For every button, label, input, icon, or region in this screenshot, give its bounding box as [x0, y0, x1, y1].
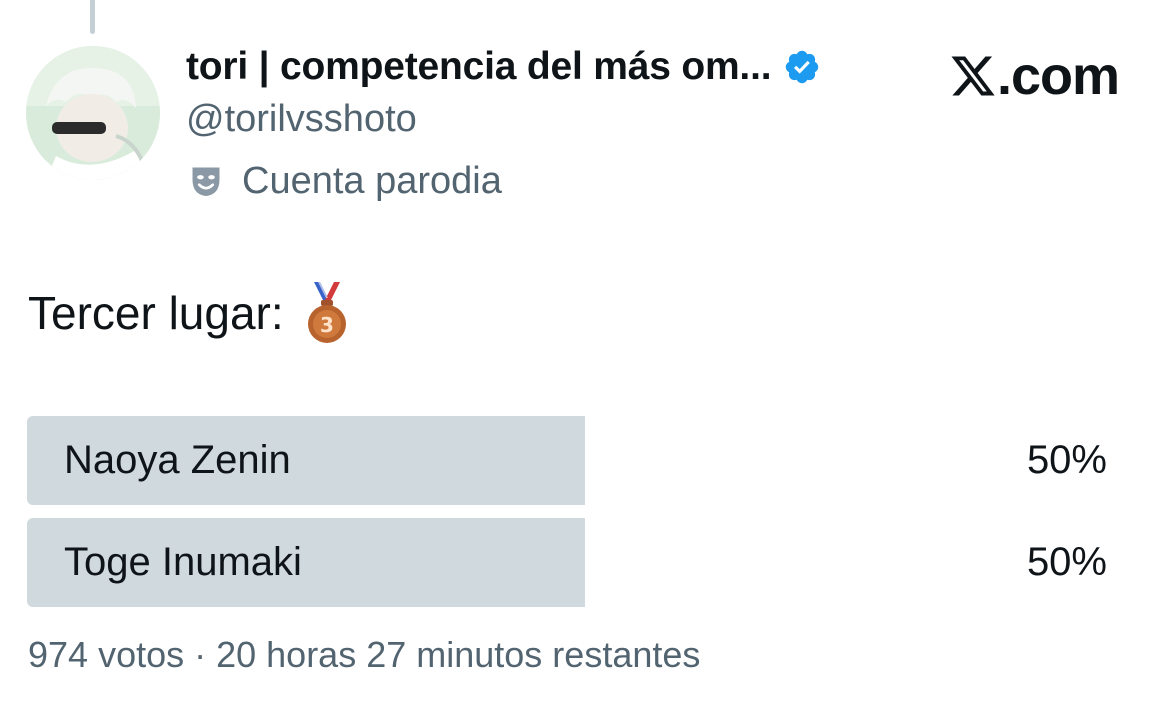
poll: Naoya Zenin 50% Toge Inumaki 50% — [27, 416, 1107, 620]
poll-option-label: Naoya Zenin — [64, 438, 291, 482]
poll-option[interactable]: Toge Inumaki 50% — [27, 518, 1107, 607]
parody-mask-icon — [188, 163, 224, 199]
bronze-medal-icon: 3 — [304, 282, 350, 344]
verified-badge-icon — [783, 48, 821, 86]
poll-option-percent: 50% — [1026, 438, 1107, 482]
x-brand: .com — [949, 46, 1120, 106]
avatar[interactable] — [26, 46, 160, 180]
author-handle[interactable]: @torilvsshoto — [186, 98, 417, 141]
thread-connector-line — [90, 0, 95, 34]
poll-option-label: Toge Inumaki — [64, 540, 302, 584]
x-logo-icon — [949, 52, 997, 100]
poll-footer-status: 974 votos · 20 horas 27 minutos restante… — [28, 634, 701, 675]
parody-account-label: Cuenta parodia — [188, 156, 502, 206]
poll-option-percent: 50% — [1026, 540, 1107, 584]
poll-option[interactable]: Naoya Zenin 50% — [27, 416, 1107, 505]
tweet-body: Tercer lugar: 3 — [28, 282, 350, 344]
brand-domain-text: .com — [996, 46, 1120, 106]
svg-text:3: 3 — [320, 313, 334, 337]
parody-label-text: Cuenta parodia — [242, 159, 502, 202]
author-name-row[interactable]: tori | competencia del más om... — [186, 42, 821, 92]
author-display-name[interactable]: tori | competencia del más om... — [186, 45, 772, 89]
tweet-text: Tercer lugar: — [28, 287, 284, 339]
tweet-screenshot: tori | competencia del más om... @torilv… — [0, 0, 1169, 716]
